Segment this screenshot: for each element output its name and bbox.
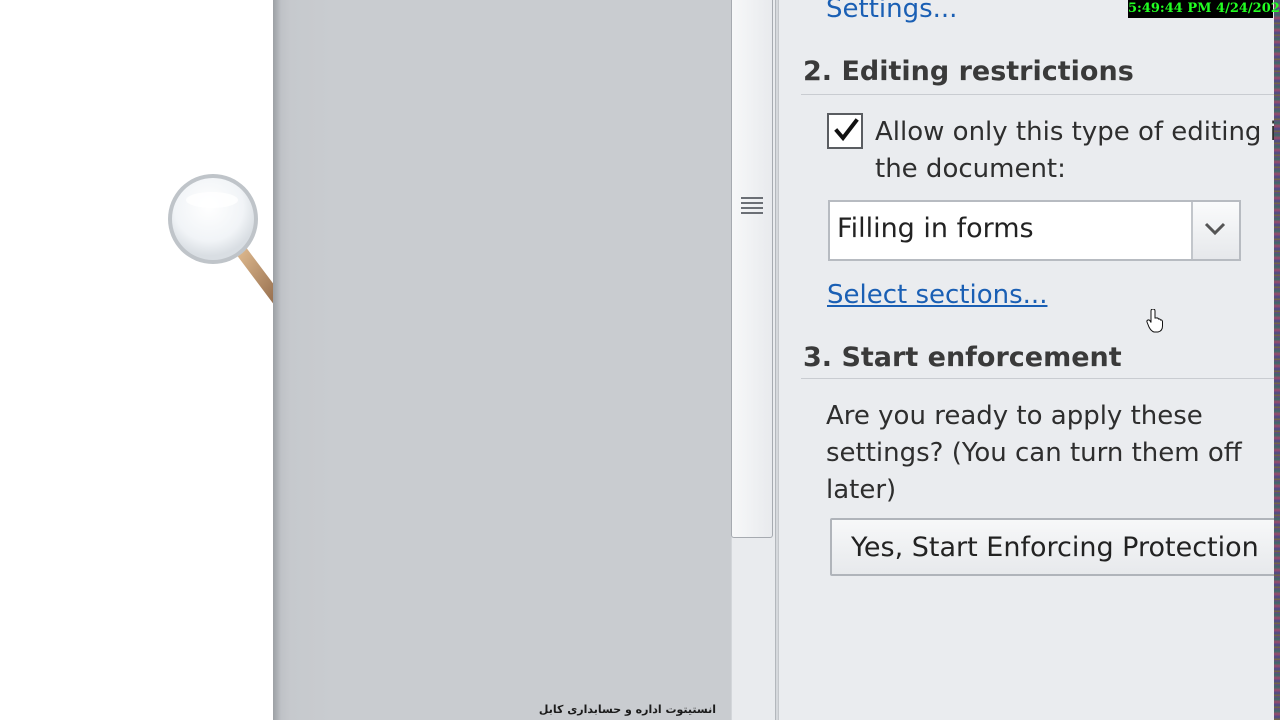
screen-edge bbox=[1274, 0, 1280, 720]
start-enforcing-button[interactable]: Yes, Start Enforcing Protection bbox=[830, 518, 1280, 576]
settings-link[interactable]: Settings... bbox=[826, 0, 957, 24]
section-divider bbox=[801, 94, 1274, 95]
allow-editing-checkbox[interactable] bbox=[827, 113, 863, 149]
section-editing-restrictions-title: 2. Editing restrictions bbox=[803, 56, 1134, 87]
checkmark-icon bbox=[834, 118, 859, 142]
section-divider bbox=[801, 378, 1274, 379]
allow-editing-label-line2: the document: bbox=[875, 154, 1066, 184]
timestamp-overlay: 5:49:44 PM 4/24/2020 bbox=[1128, 0, 1280, 18]
scrollbar-thumb[interactable] bbox=[731, 0, 773, 538]
dropdown-button[interactable] bbox=[1191, 202, 1239, 259]
section-start-enforcement-title: 3. Start enforcement bbox=[803, 342, 1122, 373]
allow-editing-label-line1: Allow only this type of editing in bbox=[875, 117, 1274, 147]
document-background bbox=[273, 0, 731, 720]
editing-type-dropdown[interactable]: Filling in forms bbox=[828, 200, 1241, 261]
enforcement-question: Are you ready to apply these settings? (… bbox=[826, 401, 1242, 505]
dropdown-selected-value: Filling in forms bbox=[837, 213, 1034, 244]
scroll-grip-icon bbox=[741, 197, 763, 217]
chevron-down-icon bbox=[1204, 222, 1226, 236]
watermark-text: انستیتوت اداره و حسابداری کابل bbox=[538, 703, 716, 716]
hand-cursor-icon bbox=[1146, 309, 1163, 333]
document-page-area bbox=[0, 0, 275, 720]
start-enforcing-button-label: Yes, Start Enforcing Protection bbox=[851, 532, 1259, 563]
select-sections-link[interactable]: Select sections... bbox=[827, 280, 1047, 310]
allow-editing-label: Allow only this type of editing in the d… bbox=[875, 114, 1274, 188]
